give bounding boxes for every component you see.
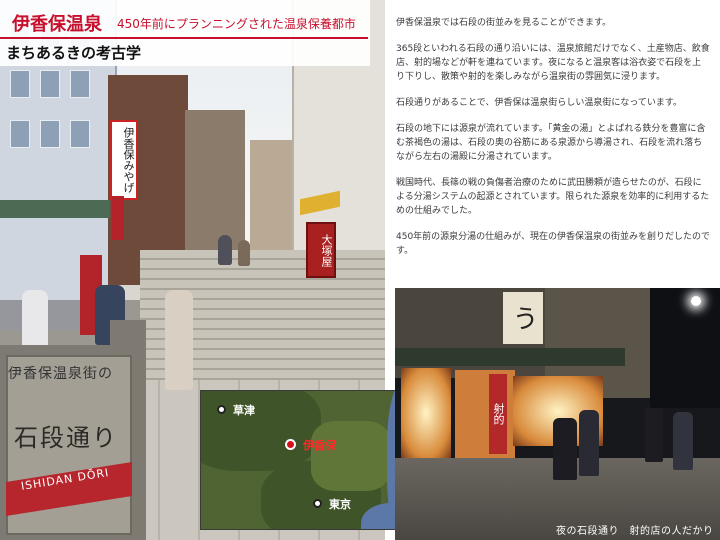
person bbox=[165, 290, 193, 390]
page-title: 伊香保温泉 bbox=[12, 14, 102, 35]
monument-inscription-large: 石段通り bbox=[14, 424, 118, 452]
paragraph: 石段通りがあることで、伊香保は温泉街らしい温泉街になっています。 bbox=[396, 98, 683, 108]
person bbox=[673, 412, 693, 470]
mountain-region bbox=[201, 391, 321, 471]
night-sky bbox=[650, 288, 720, 408]
map-marker-highlight bbox=[285, 439, 296, 450]
window bbox=[10, 70, 30, 98]
map-label: 東京 bbox=[329, 498, 351, 511]
person bbox=[238, 240, 250, 266]
night-street-photo: う 射的 bbox=[395, 288, 720, 540]
section-heading: まちあるきの考古学 bbox=[6, 44, 142, 62]
plain-region bbox=[311, 421, 391, 491]
title-divider bbox=[0, 37, 368, 39]
shop-sign-red: 大塚屋 bbox=[306, 222, 336, 278]
window bbox=[40, 70, 60, 98]
window bbox=[10, 120, 30, 148]
map-label-highlight: 伊香保 bbox=[303, 439, 336, 452]
eaves bbox=[395, 348, 625, 366]
street-lamp bbox=[691, 296, 701, 306]
map-marker bbox=[217, 405, 226, 414]
location-map: 草津 伊香保 東京 bbox=[200, 390, 412, 530]
article-text: 伊香保温泉では石段の街並みを見ることができます。 365段といわれる石段の通り沿… bbox=[396, 16, 710, 270]
page-subtitle: 450年前にプランニングされた温泉保養都市 bbox=[117, 17, 356, 31]
window bbox=[70, 70, 90, 98]
window bbox=[40, 120, 60, 148]
window bbox=[70, 120, 90, 148]
shop-awning bbox=[0, 200, 110, 218]
distant-building bbox=[185, 110, 245, 260]
person bbox=[553, 418, 577, 480]
person bbox=[645, 406, 663, 462]
person bbox=[218, 235, 232, 265]
paragraph: 伊香保温泉では石段の街並みを見ることができます。 bbox=[396, 18, 612, 28]
paragraph: 365段といわれる石段の通り沿いには、温泉旅館だけでなく、土産物店、飲食店、射的… bbox=[396, 44, 710, 82]
lit-shop bbox=[401, 368, 451, 458]
person bbox=[22, 290, 48, 350]
person bbox=[579, 410, 599, 476]
shop-sign-vertical: 伊香保みやげ bbox=[110, 120, 138, 200]
shooting-gallery-sign: 射的 bbox=[489, 374, 507, 454]
map-label: 草津 bbox=[233, 404, 255, 417]
red-banner bbox=[112, 196, 124, 240]
paragraph: 戦国時代、長篠の戦の負傷者治療のために武田勝頼が造らせたのが、石段による分湯シス… bbox=[396, 178, 710, 216]
paragraph: 450年前の源泉分湯の仕組みが、現在の伊香保温泉の街並みを創りだしたのです。 bbox=[396, 232, 711, 256]
shop-sign: う bbox=[503, 292, 543, 344]
map-marker bbox=[313, 499, 322, 508]
paragraph: 石段の地下には源泉が流れています。「黄金の湯」とよばれる鉄分を豊富に含む茶褐色の… bbox=[396, 124, 706, 162]
monument-inscription-small: 伊香保温泉街の bbox=[8, 366, 113, 382]
photo-caption: 夜の石段通り 射的店の人だかり bbox=[556, 526, 714, 537]
